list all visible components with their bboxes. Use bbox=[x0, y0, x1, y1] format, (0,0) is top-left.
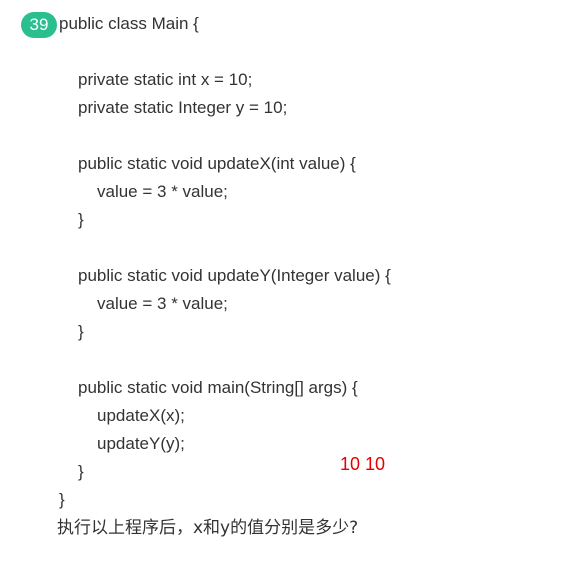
code-line: updateY(y); bbox=[97, 434, 185, 453]
code-line: public class Main { bbox=[59, 14, 199, 33]
handwritten-answer: 10 10 bbox=[340, 454, 386, 474]
code-line: public static void main(String[] args) { bbox=[78, 378, 358, 397]
code-line: private static Integer y = 10; bbox=[78, 98, 288, 117]
question-number-badge: 39 bbox=[21, 12, 57, 38]
code-line: public static void updateY(Integer value… bbox=[78, 266, 391, 285]
question-prompt: 执行以上程序后，x和y的值分别是多少? bbox=[57, 518, 359, 538]
code-line: private static int x = 10; bbox=[78, 70, 253, 89]
code-line: value = 3 * value; bbox=[97, 182, 228, 201]
code-line: } bbox=[78, 322, 84, 341]
code-line: } bbox=[78, 462, 84, 481]
code-line: } bbox=[78, 210, 84, 229]
code-line: public static void updateX(int value) { bbox=[78, 154, 356, 173]
code-line: value = 3 * value; bbox=[97, 294, 228, 313]
code-line: } bbox=[59, 490, 65, 509]
code-line: updateX(x); bbox=[97, 406, 185, 425]
